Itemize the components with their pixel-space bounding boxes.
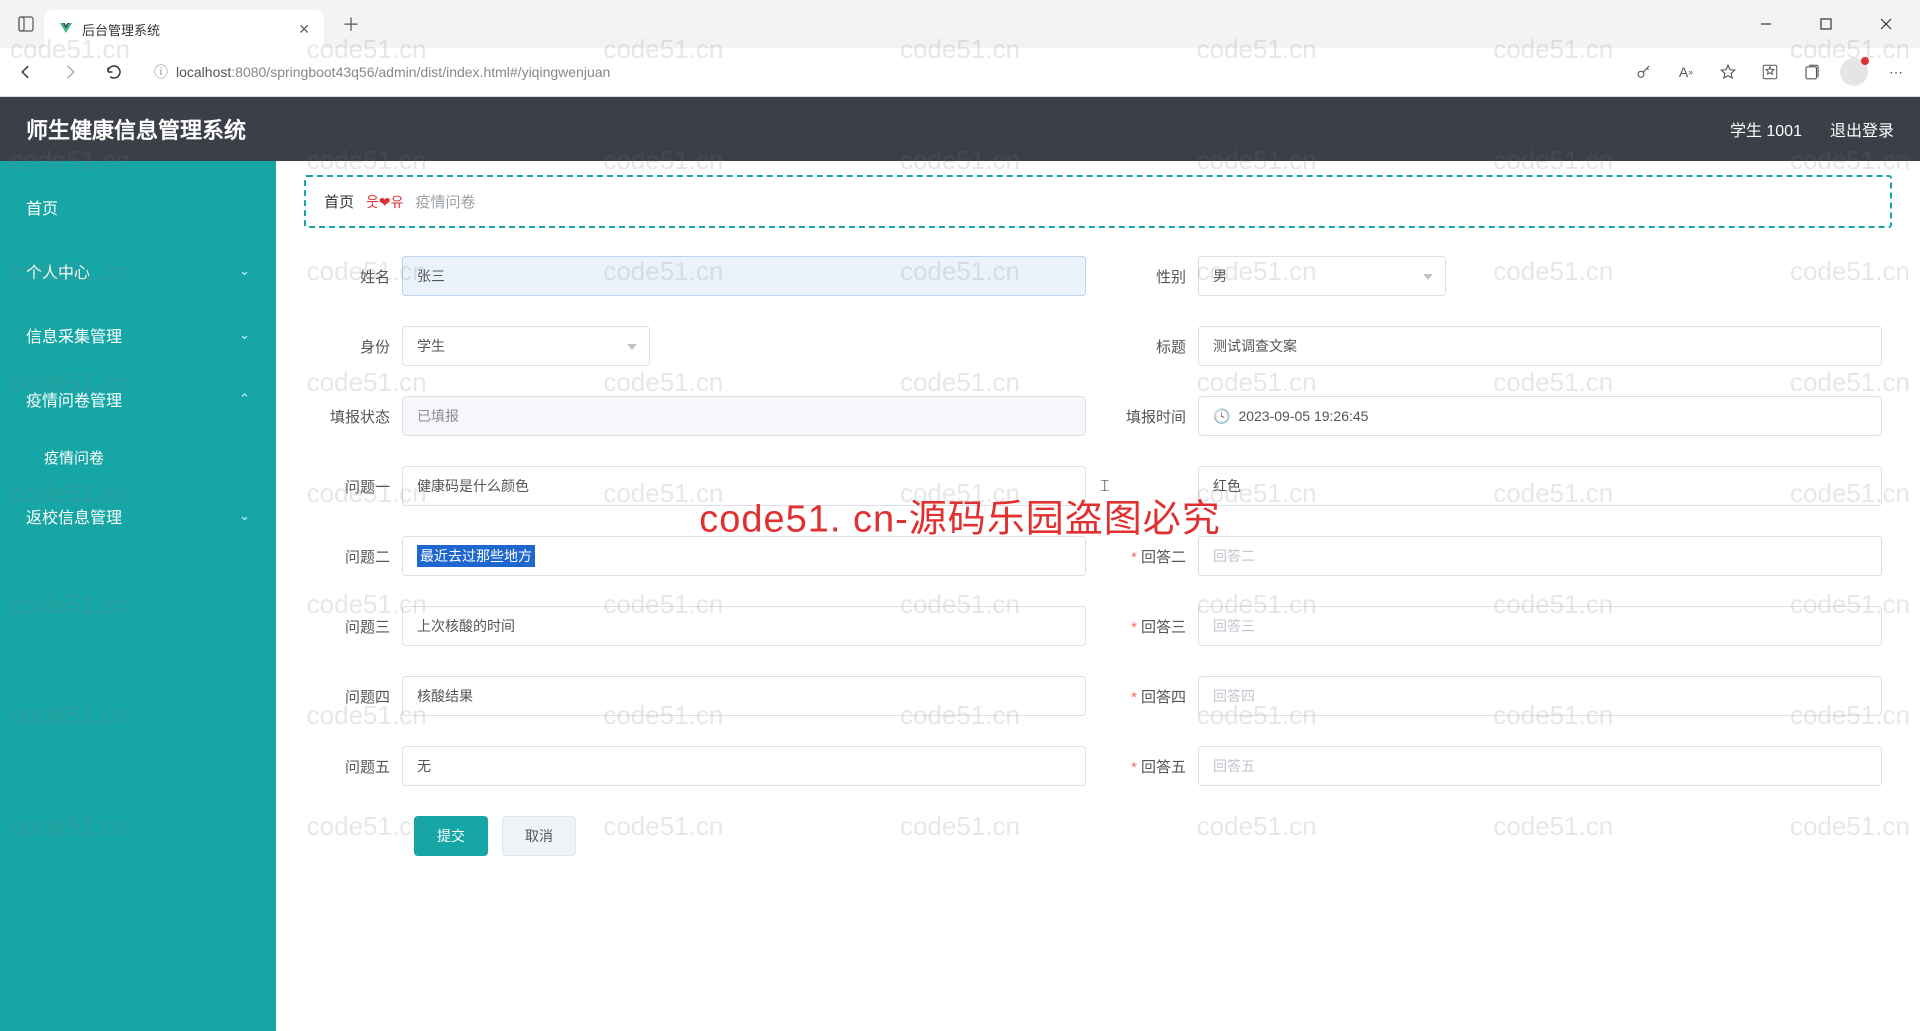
- favorite-icon[interactable]: [1714, 58, 1742, 86]
- window-controls: [1744, 8, 1920, 40]
- browser-tab-bar: 后台管理系统 ✕ ＋: [0, 0, 1920, 48]
- collections-icon[interactable]: [1798, 58, 1826, 86]
- profile-icon[interactable]: [1840, 58, 1868, 86]
- a4-input[interactable]: [1198, 676, 1882, 716]
- gender-select[interactable]: 男: [1198, 256, 1446, 296]
- survey-form: 姓名 张三 性别 男 身份 学生 标题 测试调查文案: [304, 228, 1892, 884]
- a1-input[interactable]: 红色: [1198, 466, 1882, 506]
- breadcrumb-current: 疫情问卷: [416, 191, 476, 212]
- fill-time-input[interactable]: 🕓2023-09-05 19:26:45: [1198, 396, 1882, 436]
- browser-tab-title: 后台管理系统: [82, 20, 290, 39]
- main-content: 首页 웃❤유 疫情问卷 姓名 张三 性别 男 身份 学生: [276, 161, 1920, 1031]
- label-a5: 回答五: [1110, 756, 1198, 777]
- calendar-icon: 🕓: [1213, 408, 1230, 425]
- label-q1: 问题一: [314, 476, 402, 497]
- sidebar-item-label: 疫情问卷: [44, 450, 104, 467]
- label-a2: 回答二: [1110, 546, 1198, 567]
- cancel-button[interactable]: 取消: [502, 816, 576, 856]
- label-a3: 回答三: [1110, 616, 1198, 637]
- chevron-down-icon: ⌄: [239, 327, 250, 343]
- q3-input[interactable]: 上次核酸的时间: [402, 606, 1086, 646]
- sidebar-item-return-mgmt[interactable]: 返校信息管理 ⌄: [0, 484, 276, 548]
- a2-input[interactable]: [1198, 536, 1882, 576]
- sidebar: 首页 个人中心 ⌄ 信息采集管理 ⌄ 疫情问卷管理 ⌃ 疫情问卷 返校信息管理 …: [0, 161, 276, 1031]
- label-q5: 问题五: [314, 756, 402, 777]
- sidebar-item-label: 信息采集管理: [26, 323, 122, 347]
- chevron-down-icon: ⌄: [239, 508, 250, 524]
- browser-chrome: 后台管理系统 ✕ ＋ ⓘ localhost:8080/springboot43…: [0, 0, 1920, 97]
- browser-tab[interactable]: 后台管理系统 ✕: [44, 10, 324, 48]
- label-fill-status: 填报状态: [314, 406, 402, 427]
- url-path: :8080/springboot43q56/admin/dist/index.h…: [231, 64, 610, 80]
- a3-input[interactable]: [1198, 606, 1882, 646]
- logout-link[interactable]: 退出登录: [1830, 117, 1894, 141]
- identity-select[interactable]: 学生: [402, 326, 650, 366]
- nav-back-button[interactable]: [10, 56, 42, 88]
- sidebar-item-label: 疫情问卷管理: [26, 387, 122, 411]
- nav-refresh-button[interactable]: [98, 56, 130, 88]
- label-q2: 问题二: [314, 546, 402, 567]
- sidebar-item-label: 返校信息管理: [26, 504, 122, 528]
- label-gender: 性别: [1110, 266, 1198, 287]
- label-fill-time: 填报时间: [1110, 406, 1198, 427]
- more-icon[interactable]: ⋯: [1882, 58, 1910, 86]
- nav-forward-button[interactable]: [54, 56, 86, 88]
- key-icon[interactable]: [1630, 58, 1658, 86]
- browser-address-bar: ⓘ localhost:8080/springboot43q56/admin/d…: [0, 48, 1920, 96]
- sidebar-item-personal[interactable]: 个人中心 ⌄: [0, 239, 276, 303]
- url-host: localhost: [176, 64, 231, 80]
- submit-button[interactable]: 提交: [414, 816, 488, 856]
- fill-status-input: 已填报: [402, 396, 1086, 436]
- window-maximize-button[interactable]: [1804, 8, 1848, 40]
- label-identity: 身份: [314, 336, 402, 357]
- chevron-down-icon: ⌄: [239, 263, 250, 279]
- sidebar-item-home[interactable]: 首页: [0, 175, 276, 239]
- q1-input[interactable]: 健康码是什么颜色: [402, 466, 1086, 506]
- sidebar-item-label: 个人中心: [26, 259, 90, 283]
- q2-input[interactable]: 最近去过那些地方: [402, 536, 1086, 576]
- label-a4: 回答四: [1110, 686, 1198, 707]
- sidebar-item-survey-mgmt[interactable]: 疫情问卷管理 ⌃: [0, 367, 276, 431]
- new-tab-button[interactable]: ＋: [334, 7, 368, 41]
- q5-input[interactable]: 无: [402, 746, 1086, 786]
- a5-input[interactable]: [1198, 746, 1882, 786]
- sidebar-subitem-survey[interactable]: 疫情问卷: [0, 431, 276, 484]
- title-input[interactable]: 测试调查文案: [1198, 326, 1882, 366]
- breadcrumb: 首页 웃❤유 疫情问卷: [304, 175, 1892, 228]
- app-title: 师生健康信息管理系统: [26, 113, 246, 145]
- app-header: 师生健康信息管理系统 学生 1001 退出登录: [0, 97, 1920, 161]
- sidebar-item-info-collect[interactable]: 信息采集管理 ⌄: [0, 303, 276, 367]
- read-aloud-icon[interactable]: A»: [1672, 58, 1700, 86]
- breadcrumb-home[interactable]: 首页: [324, 191, 354, 212]
- label-q3: 问题三: [314, 616, 402, 637]
- breadcrumb-decor-icon: 웃❤유: [366, 192, 404, 212]
- name-input[interactable]: 张三: [402, 256, 1086, 296]
- chevron-up-icon: ⌃: [239, 391, 250, 407]
- current-user-label: 学生 1001: [1730, 117, 1802, 141]
- favorites-bar-icon[interactable]: [1756, 58, 1784, 86]
- toolbar-right-icons: A» ⋯: [1630, 58, 1910, 86]
- window-close-button[interactable]: [1864, 8, 1908, 40]
- q4-input[interactable]: 核酸结果: [402, 676, 1086, 716]
- window-tabstrip-icon: [8, 16, 44, 32]
- label-title: 标题: [1110, 336, 1198, 357]
- vue-icon: [58, 21, 74, 37]
- sidebar-item-label: 首页: [26, 195, 58, 219]
- site-info-icon[interactable]: ⓘ: [154, 62, 168, 82]
- tab-close-icon[interactable]: ✕: [298, 21, 310, 38]
- window-minimize-button[interactable]: [1744, 8, 1788, 40]
- label-q4: 问题四: [314, 686, 402, 707]
- url-field[interactable]: ⓘ localhost:8080/springboot43q56/admin/d…: [142, 55, 1618, 89]
- label-name: 姓名: [314, 266, 402, 287]
